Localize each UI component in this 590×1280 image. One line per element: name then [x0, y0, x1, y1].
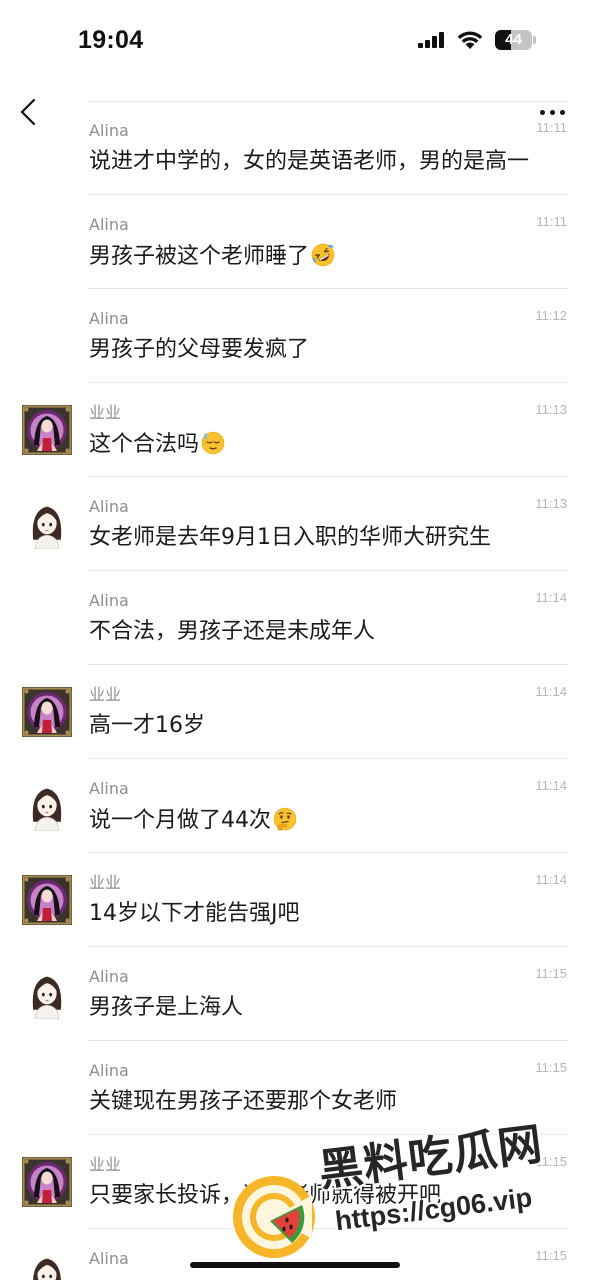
sender-name: Alina — [89, 591, 129, 610]
yeye-avatar[interactable] — [22, 405, 72, 455]
status-bar: 19:04 44 — [0, 0, 590, 80]
chat-history-screen: 19:04 44 Alina 11:11 说进才中学的，女的是英语老师，男的是高… — [0, 0, 590, 1280]
message-text[interactable]: 男孩子被这个老师睡了 — [89, 243, 335, 269]
battery-body: 44 — [495, 30, 532, 50]
message-row[interactable]: Alina 11:11 说进才中学的，女的是英语老师，男的是高一 — [0, 101, 590, 195]
message-row[interactable]: 业业 11:14 14岁以下才能告强J吧 — [0, 853, 590, 947]
cellular-signal-icon — [418, 32, 445, 48]
home-indicator — [190, 1262, 400, 1268]
yeye-avatar[interactable] — [22, 875, 72, 925]
battery-percent: 44 — [505, 31, 522, 48]
more-options-button[interactable] — [534, 101, 570, 123]
yeye-avatar[interactable] — [22, 1157, 72, 1207]
message-text[interactable]: 14岁以下才能告强J吧 — [89, 901, 299, 927]
sender-name: Alina — [89, 497, 129, 516]
message-time: 11:14 — [535, 684, 567, 699]
message-text-content: 说一个月做了44次 — [89, 808, 271, 833]
sender-name: Alina — [89, 121, 129, 140]
message-time: 11:12 — [535, 308, 567, 323]
message-row[interactable]: Alina 11:14 不合法，男孩子还是未成年人 — [0, 571, 590, 665]
message-row[interactable]: Alina 11:15 男孩子是上海人 — [0, 947, 590, 1041]
message-text[interactable]: 说进才中学的，女的是英语老师，男的是高一 — [89, 149, 529, 175]
battery-cap — [533, 36, 536, 44]
message-row[interactable]: Alina 11:12 男孩子的父母要发疯了 — [0, 289, 590, 383]
message-text-content: 说进才中学的，女的是英语老师，男的是高一 — [89, 149, 530, 174]
message-text-content: 14岁以下才能告强J吧 — [89, 901, 300, 926]
message-text[interactable]: 不合法，男孩子还是未成年人 — [89, 619, 375, 645]
message-list[interactable]: Alina 11:11 说进才中学的，女的是英语老师，男的是高一 Alina 11:11… — [0, 101, 590, 1280]
message-text-content: 男孩子的父母要发疯了 — [89, 337, 310, 362]
message-text-content: 男孩子是上海人 — [89, 995, 244, 1020]
rolling-on-the-floor-laughing-emoji-icon — [311, 243, 335, 267]
message-text-content: 高一才16岁 — [89, 713, 205, 738]
message-text-content: 女老师是去年9月1日入职的华师大研究生 — [89, 525, 491, 550]
watermelon-c-logo-icon — [232, 1175, 316, 1259]
alina-avatar[interactable] — [27, 1255, 67, 1280]
wifi-icon — [457, 30, 483, 49]
message-text[interactable]: 这个合法吗 — [89, 431, 225, 457]
message-text-content: 男孩子被这个老师睡了 — [89, 244, 310, 269]
message-time: 11:15 — [535, 1248, 567, 1263]
message-time: 11:14 — [535, 872, 567, 887]
sender-name: Alina — [89, 1249, 129, 1268]
message-time: 11:13 — [535, 402, 567, 417]
alina-avatar[interactable] — [27, 785, 67, 831]
message-text-content: 关键现在男孩子还要那个女老师 — [89, 1089, 398, 1114]
status-time: 19:04 — [78, 26, 144, 54]
message-time: 11:14 — [535, 590, 567, 605]
message-row[interactable]: Alina 11:14 说一个月做了44次 — [0, 759, 590, 853]
message-text[interactable]: 女老师是去年9月1日入职的华师大研究生 — [89, 525, 491, 551]
back-button[interactable] — [12, 94, 48, 130]
sender-name: 业业 — [89, 1155, 122, 1174]
message-time: 11:13 — [535, 496, 567, 511]
sender-name: Alina — [89, 1061, 129, 1080]
downcast-face-with-sweat-emoji-icon — [201, 431, 225, 455]
message-row[interactable]: Alina 11:11 男孩子被这个老师睡了 — [0, 195, 590, 289]
message-text-content: 不合法，男孩子还是未成年人 — [89, 619, 376, 644]
sender-name: Alina — [89, 309, 129, 328]
message-row[interactable]: 业业 11:14 高一才16岁 — [0, 665, 590, 759]
message-text[interactable]: 男孩子是上海人 — [89, 995, 243, 1021]
sender-name: Alina — [89, 215, 129, 234]
sender-name: 业业 — [89, 685, 122, 704]
thinking-face-emoji-icon — [273, 807, 297, 831]
message-time: 11:15 — [535, 1060, 567, 1075]
battery-icon: 44 — [495, 30, 537, 50]
sender-name: 业业 — [89, 873, 122, 892]
alina-avatar[interactable] — [27, 973, 67, 1019]
message-time: 11:15 — [535, 966, 567, 981]
message-text[interactable]: 关键现在男孩子还要那个女老师 — [89, 1089, 397, 1115]
sender-name: Alina — [89, 967, 129, 986]
message-text-content: 这个合法吗 — [89, 432, 200, 457]
chevron-left-icon — [20, 99, 36, 125]
message-text[interactable]: 男孩子的父母要发疯了 — [89, 337, 309, 363]
sender-name: Alina — [89, 779, 129, 798]
alina-avatar[interactable] — [27, 503, 67, 549]
message-row[interactable]: Alina 11:13 女老师是去年9月1日入职的华师大研究生 — [0, 477, 590, 571]
message-text[interactable]: 说一个月做了44次 — [89, 807, 297, 833]
message-text[interactable]: 高一才16岁 — [89, 713, 205, 739]
message-row[interactable]: 业业 11:13 这个合法吗 — [0, 383, 590, 477]
yeye-avatar[interactable] — [22, 687, 72, 737]
sender-name: 业业 — [89, 403, 122, 422]
message-time: 11:11 — [536, 214, 567, 229]
message-time: 11:14 — [535, 778, 567, 793]
